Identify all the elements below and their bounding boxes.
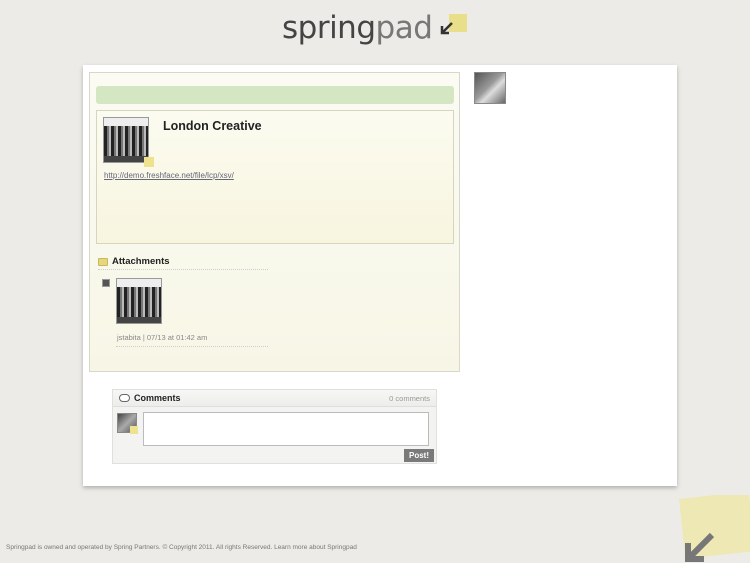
divider bbox=[98, 269, 268, 270]
item-panel: London Creative http://demo.freshface.ne… bbox=[89, 72, 460, 372]
arrow-icon bbox=[685, 532, 715, 562]
status-bar bbox=[96, 86, 454, 104]
item-thumbnail[interactable] bbox=[103, 117, 149, 163]
attachment-thumbnail[interactable] bbox=[116, 278, 162, 324]
item-title: London Creative bbox=[163, 119, 262, 133]
item-url-link[interactable]: http://demo.freshface.net/file/lcp/xsv/ bbox=[104, 171, 234, 180]
logo-arrow-icon bbox=[436, 11, 470, 45]
comment-input[interactable] bbox=[143, 412, 429, 446]
comments-section: Comments 0 comments Post! bbox=[112, 389, 437, 464]
footer: Springpad is owned and operated by Sprin… bbox=[6, 544, 357, 551]
logo-pad: pad bbox=[375, 10, 433, 46]
attachments-label: Attachments bbox=[112, 256, 170, 267]
comments-label: Comments bbox=[134, 393, 181, 403]
comments-count: 0 comments bbox=[389, 393, 430, 403]
main-card: London Creative http://demo.freshface.ne… bbox=[83, 65, 677, 486]
logo-spring: spring bbox=[282, 10, 376, 46]
decorative-logo-mark bbox=[664, 495, 750, 563]
logo-text: springpad bbox=[282, 10, 433, 46]
folder-icon bbox=[98, 257, 108, 266]
badge-icon bbox=[144, 157, 154, 167]
user-avatar[interactable] bbox=[474, 72, 506, 104]
post-comment-button[interactable]: Post! bbox=[404, 449, 434, 462]
divider bbox=[116, 346, 268, 347]
comments-title: Comments bbox=[119, 393, 181, 403]
attachments-heading: Attachments bbox=[98, 256, 170, 267]
attachment-meta: jstabita | 07/13 at 01:42 am bbox=[117, 333, 208, 342]
learn-more-link[interactable]: Learn more about Springpad bbox=[274, 544, 357, 551]
springpad-logo[interactable]: springpad bbox=[282, 8, 470, 48]
footer-text: Springpad is owned and operated by Sprin… bbox=[6, 544, 273, 551]
badge-icon bbox=[130, 426, 138, 434]
speech-bubble-icon bbox=[119, 394, 130, 402]
attachment-type-icon bbox=[102, 279, 110, 287]
item-box: London Creative http://demo.freshface.ne… bbox=[96, 110, 454, 244]
commenter-avatar bbox=[117, 413, 138, 434]
comments-header: Comments 0 comments bbox=[113, 390, 436, 407]
